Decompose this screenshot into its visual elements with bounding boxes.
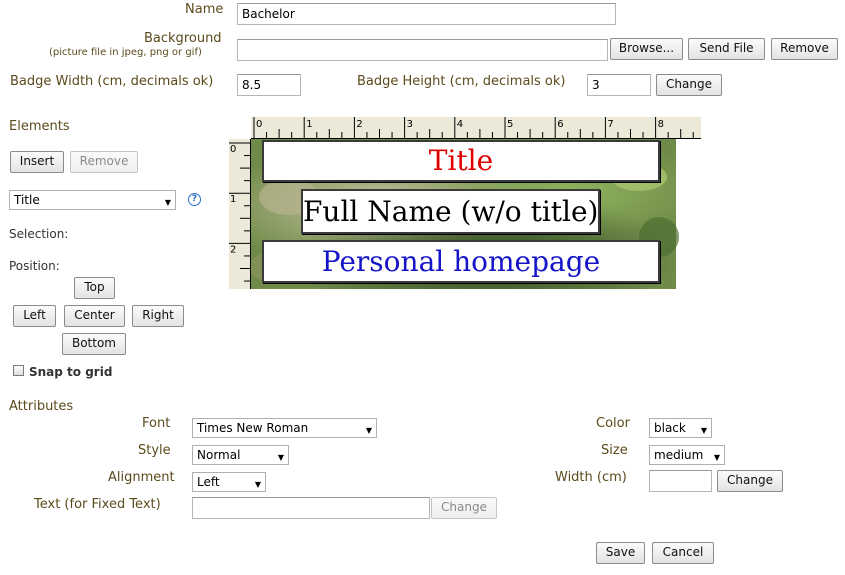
- name-input[interactable]: Bachelor: [237, 3, 616, 25]
- style-select[interactable]: Normal ▼: [192, 445, 289, 465]
- selection-label: Selection:: [9, 227, 69, 241]
- background-label: Background: [144, 31, 222, 46]
- size-label: Size: [601, 443, 628, 458]
- elements-heading: Elements: [9, 119, 70, 134]
- size-select-value: medium: [654, 448, 704, 462]
- position-center-button[interactable]: Center: [64, 305, 125, 327]
- width-cm-label: Width (cm): [555, 470, 627, 485]
- chevron-down-icon: ▼: [164, 198, 171, 207]
- attributes-heading: Attributes: [9, 399, 74, 414]
- style-select-value: Normal: [197, 448, 241, 462]
- fixed-text-change-button[interactable]: Change: [431, 497, 497, 519]
- badge-title-text: Title: [428, 144, 494, 177]
- badge-width-label: Badge Width (cm, decimals ok): [10, 74, 214, 89]
- ruler-top-label: 8: [658, 119, 664, 130]
- font-select-value: Times New Roman: [197, 421, 309, 435]
- ruler-top-label: 6: [557, 119, 563, 130]
- ruler-top-label: 0: [256, 119, 262, 130]
- fixed-text-input[interactable]: [192, 497, 430, 519]
- position-top-button[interactable]: Top: [74, 277, 115, 299]
- browse-button[interactable]: Browse...: [610, 38, 683, 60]
- change-size-button[interactable]: Change: [656, 74, 722, 96]
- size-select[interactable]: medium ▼: [649, 445, 725, 465]
- background-hint: (picture file in jpeg, png or gif): [49, 47, 202, 58]
- position-left-button[interactable]: Left: [13, 305, 56, 327]
- alignment-select-value: Left: [197, 475, 220, 489]
- badge-element-full-name[interactable]: Full Name (w/o title): [301, 189, 600, 234]
- send-file-button[interactable]: Send File: [688, 38, 765, 60]
- style-label: Style: [138, 443, 171, 458]
- ruler-left-label: 1: [230, 194, 236, 205]
- color-select[interactable]: black ▼: [649, 418, 712, 438]
- element-select[interactable]: Title ▼: [9, 190, 176, 210]
- position-label: Position:: [9, 259, 60, 273]
- chevron-down-icon: ▼: [700, 426, 707, 435]
- insert-button[interactable]: Insert: [10, 151, 64, 173]
- font-select[interactable]: Times New Roman ▼: [192, 418, 377, 438]
- position-bottom-button[interactable]: Bottom: [62, 333, 126, 355]
- color-label: Color: [596, 416, 630, 431]
- question-circle-icon[interactable]: ?: [188, 193, 201, 206]
- name-label: Name: [185, 2, 224, 17]
- badge-width-input[interactable]: 8.5: [237, 74, 301, 96]
- position-right-button[interactable]: Right: [132, 305, 184, 327]
- font-label: Font: [142, 416, 171, 431]
- ruler-top-label: 1: [306, 119, 312, 130]
- ruler-top-label: 5: [507, 119, 513, 130]
- ruler-left-label: 2: [230, 244, 236, 255]
- badge-height-label: Badge Height (cm, decimals ok): [357, 74, 566, 89]
- badge-element-homepage[interactable]: Personal homepage: [262, 240, 660, 283]
- element-select-value: Title: [14, 193, 40, 207]
- badge-full-name-text: Full Name (w/o title): [303, 195, 599, 228]
- badge-height-input[interactable]: 3: [587, 74, 651, 96]
- width-change-button[interactable]: Change: [717, 470, 783, 492]
- chevron-down-icon: ▼: [254, 480, 261, 489]
- remove-element-button[interactable]: Remove: [70, 151, 138, 173]
- chevron-down-icon: ▼: [365, 426, 372, 435]
- snap-to-grid-label: Snap to grid: [29, 365, 113, 379]
- alignment-label: Alignment: [108, 470, 175, 485]
- width-cm-input[interactable]: [649, 470, 712, 492]
- ruler-top-label: 2: [356, 119, 362, 130]
- save-button[interactable]: Save: [596, 542, 645, 564]
- color-select-value: black: [654, 421, 686, 435]
- ruler-top-label: 7: [607, 119, 613, 130]
- ruler-top-label: 3: [407, 119, 413, 130]
- ruler-top-label: 4: [457, 119, 463, 130]
- snap-to-grid-checkbox[interactable]: [13, 365, 24, 376]
- background-file-input[interactable]: [237, 39, 608, 61]
- alignment-select[interactable]: Left ▼: [192, 472, 266, 492]
- chevron-down-icon: ▼: [713, 453, 720, 462]
- fixed-text-label: Text (for Fixed Text): [34, 497, 161, 512]
- badge-preview: 0 1 2 3 4 5 6 7 8 0 1 2 Title Full Name (w/o title…: [229, 117, 701, 289]
- badge-homepage-text: Personal homepage: [321, 245, 601, 278]
- cancel-button[interactable]: Cancel: [652, 542, 714, 564]
- ruler-left-label: 0: [230, 144, 236, 155]
- ruler-left: [229, 139, 251, 289]
- ruler-top: [251, 117, 701, 139]
- chevron-down-icon: ▼: [277, 453, 284, 462]
- remove-background-button[interactable]: Remove: [771, 38, 838, 60]
- badge-element-title[interactable]: Title: [262, 140, 660, 182]
